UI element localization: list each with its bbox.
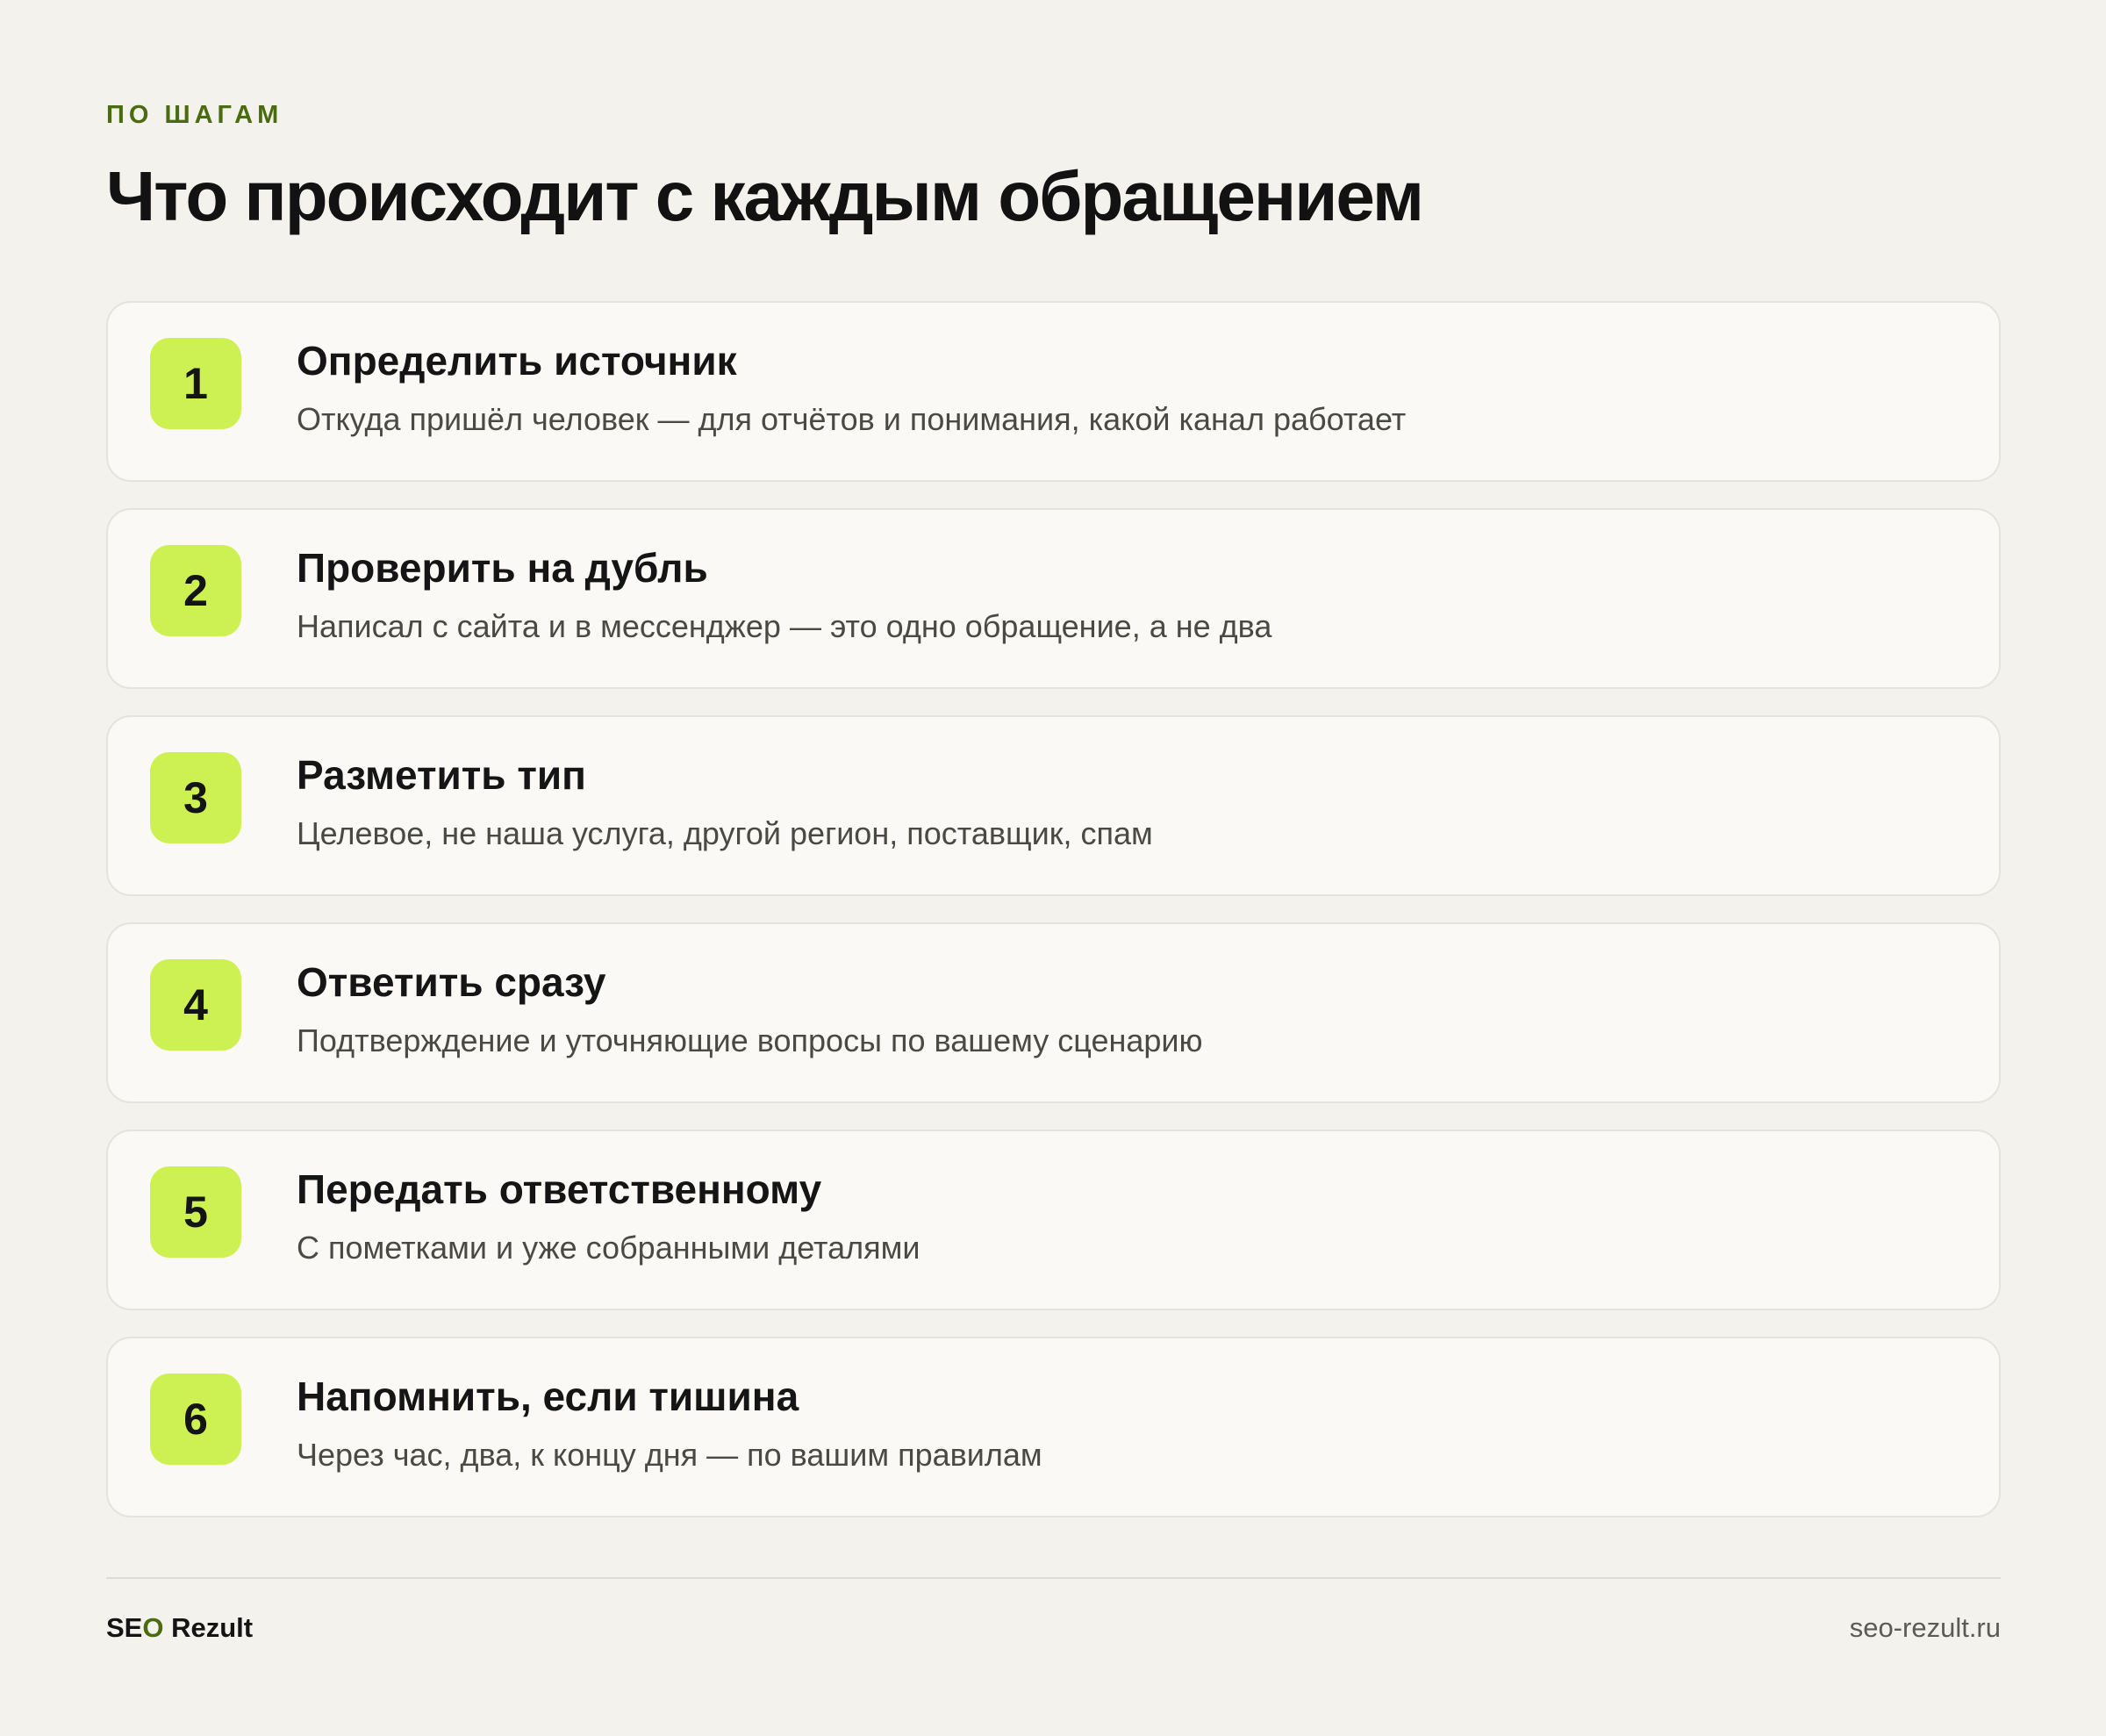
step-description: С пометками и уже собранными деталями — [297, 1230, 920, 1266]
step-card-1: 1 Определить источник Откуда пришёл чело… — [106, 301, 2001, 482]
step-title: Напомнить, если тишина — [297, 1374, 799, 1419]
step-title: Передать ответственному — [297, 1166, 822, 1212]
step-number-badge: 5 — [150, 1166, 241, 1258]
step-title: Ответить сразу — [297, 959, 606, 1005]
page-title: Что происходит с каждым обращением — [106, 157, 1424, 235]
section-eyebrow: ПО ШАГАМ — [106, 101, 283, 129]
brand-text-part2: Rezult — [163, 1612, 254, 1643]
step-number-badge: 1 — [150, 338, 241, 429]
site-url: seo-rezult.ru — [1849, 1612, 2001, 1643]
brand-logo: SEO Rezult — [106, 1611, 253, 1645]
steps-list: 1 Определить источник Откуда пришёл чело… — [106, 301, 2001, 1544]
brand-text-part1: SE — [106, 1612, 143, 1643]
step-number-badge: 6 — [150, 1374, 241, 1465]
step-card-4: 4 Ответить сразу Подтверждение и уточняю… — [106, 922, 2001, 1103]
step-card-6: 6 Напомнить, если тишина Через час, два,… — [106, 1337, 2001, 1517]
step-card-5: 5 Передать ответственному С пометками и … — [106, 1130, 2001, 1310]
step-description: Целевое, не наша услуга, другой регион, … — [297, 815, 1153, 851]
step-description: Написал с сайта и в мессенджер — это одн… — [297, 608, 1272, 644]
step-title: Разметить тип — [297, 752, 586, 798]
footer-divider — [106, 1577, 2001, 1579]
step-description: Откуда пришёл человек — для отчётов и по… — [297, 401, 1407, 437]
page: ПО ШАГАМ Что происходит с каждым обращен… — [106, 0, 2001, 1736]
brand-text-accent: O — [142, 1612, 164, 1643]
step-description: Подтверждение и уточняющие вопросы по ва… — [297, 1022, 1203, 1058]
step-title: Проверить на дубль — [297, 545, 708, 591]
step-number-badge: 3 — [150, 752, 241, 843]
step-number-badge: 4 — [150, 959, 241, 1051]
step-title: Определить источник — [297, 338, 737, 384]
step-number-badge: 2 — [150, 545, 241, 636]
step-description: Через час, два, к концу дня — по вашим п… — [297, 1437, 1042, 1473]
step-card-2: 2 Проверить на дубль Написал с сайта и в… — [106, 508, 2001, 689]
step-card-3: 3 Разметить тип Целевое, не наша услуга,… — [106, 715, 2001, 896]
